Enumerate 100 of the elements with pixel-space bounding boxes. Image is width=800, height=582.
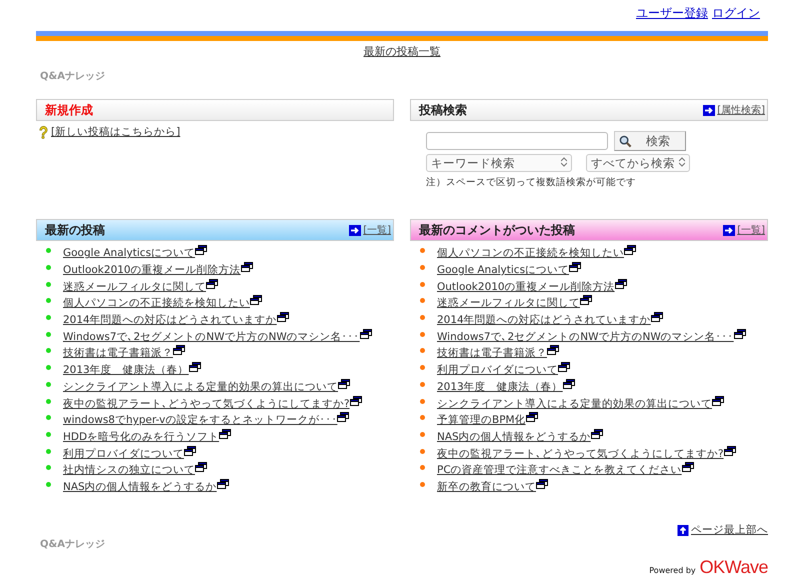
arrow-up-icon bbox=[677, 524, 689, 536]
new-window-icon bbox=[206, 278, 218, 289]
bullet-icon bbox=[46, 365, 51, 370]
powered-by-text: Powered by bbox=[649, 566, 696, 576]
bullet-icon bbox=[420, 415, 425, 420]
new-window-icon bbox=[580, 295, 592, 306]
bullet-icon bbox=[420, 398, 425, 404]
bullet-icon bbox=[46, 398, 51, 404]
post-link[interactable]: Windows7で､2セグメントのNWで片方のNWのマシン名･･･ bbox=[437, 330, 734, 344]
site-name: Q&Aナレッジ bbox=[40, 538, 106, 552]
nav-link[interactable]: 最新の投稿一覧 bbox=[364, 45, 440, 58]
new-window-icon bbox=[216, 478, 229, 489]
bullet-icon bbox=[420, 265, 425, 270]
post-link[interactable]: 利用プロバイダについて bbox=[63, 446, 184, 461]
post-link[interactable]: Outlook2010の重複メール削除方法 bbox=[437, 280, 615, 294]
post-link[interactable]: 個人パソコンの不正接続を検知したい bbox=[63, 296, 250, 310]
new-window-icon bbox=[682, 462, 694, 472]
post-link[interactable]: HDDを暗号化のみを行うソフト bbox=[63, 430, 220, 444]
post-link[interactable]: NAS内の個人情報をどうするか bbox=[63, 480, 217, 494]
post-link[interactable]: 迷惑メールフィルタに関して bbox=[63, 280, 206, 294]
post-link[interactable]: 夜中の監視アラート､どうやって気づくようにしてますか? bbox=[63, 396, 350, 411]
up-down-arrows-icon bbox=[561, 157, 567, 167]
post-link[interactable]: 2013年度 健康法（春） bbox=[437, 380, 563, 394]
list-all-link[interactable]: [一覧] bbox=[737, 223, 765, 237]
post-link[interactable]: 2013年度 健康法（春） bbox=[63, 363, 189, 378]
bullet-icon bbox=[46, 332, 51, 337]
new-window-icon bbox=[734, 328, 746, 339]
header-link[interactable]: ユーザー登録 bbox=[636, 5, 708, 22]
bullet-icon bbox=[46, 432, 51, 437]
new-window-icon bbox=[337, 412, 350, 422]
post-link[interactable]: Google Analyticsについて bbox=[63, 246, 196, 260]
list-all-link[interactable]: [一覧] bbox=[363, 223, 391, 237]
new-post-link[interactable]: [新しい投稿はこちらから] bbox=[51, 125, 180, 139]
search-button[interactable]: 検索 bbox=[614, 131, 686, 151]
bullet-icon bbox=[420, 482, 425, 487]
post-link[interactable]: 個人パソコンの不正接続を検知したい bbox=[437, 246, 624, 260]
arrow-right-icon bbox=[723, 224, 736, 236]
post-link[interactable]: 予算管理のBPM化 bbox=[437, 413, 526, 428]
header-link[interactable]: ログイン bbox=[712, 5, 760, 22]
post-link[interactable]: シンクライアント導入による定量的効果の算出について bbox=[63, 380, 338, 394]
panel-title: 投稿検索 bbox=[419, 102, 467, 118]
bullet-icon bbox=[46, 482, 51, 487]
new-window-icon bbox=[188, 362, 201, 372]
post-link[interactable]: 新卒の教育について bbox=[437, 480, 536, 494]
attribute-search-link[interactable]: [属性検索] bbox=[717, 103, 765, 117]
bullet-icon bbox=[420, 332, 425, 337]
bullet-icon bbox=[420, 298, 425, 304]
new-window-icon bbox=[547, 345, 559, 356]
panel-title: 最新のコメントがついた投稿 bbox=[419, 222, 575, 238]
new-window-icon bbox=[240, 262, 253, 272]
new-window-icon bbox=[250, 295, 262, 306]
new-window-icon bbox=[562, 378, 575, 389]
arrow-right-icon bbox=[703, 104, 716, 116]
bullet-icon bbox=[420, 365, 425, 370]
post-link[interactable]: 2014年問題への対応はどうされていますか bbox=[63, 313, 277, 328]
search-note: 注）スペースで区切って複数語検索が可能です bbox=[426, 176, 637, 189]
search-field[interactable] bbox=[426, 132, 608, 150]
logo: OKWave bbox=[700, 557, 768, 578]
post-link[interactable]: Windows7で､2セグメントのNWで片方のNWのマシン名･･･ bbox=[63, 330, 360, 344]
post-link[interactable]: 技術書は電子書籍派？ bbox=[63, 346, 173, 360]
bullet-icon bbox=[420, 448, 425, 454]
bullet-icon bbox=[46, 448, 51, 454]
post-link[interactable]: 迷惑メールフィルタに関して bbox=[437, 296, 580, 310]
new-window-icon bbox=[624, 245, 636, 256]
post-link[interactable]: Outlook2010の重複メール削除方法 bbox=[63, 263, 241, 278]
new-window-icon bbox=[338, 378, 350, 389]
new-window-icon bbox=[712, 396, 724, 406]
panel-title: 新規作成 bbox=[45, 102, 93, 118]
post-link[interactable]: シンクライアント導入による定量的効果の算出について bbox=[437, 396, 712, 411]
new-window-icon bbox=[276, 312, 289, 322]
page-top-link[interactable]: ページ最上部へ bbox=[691, 523, 768, 538]
select-dropdown[interactable]: キーワード検索 bbox=[426, 154, 572, 172]
bullet-icon bbox=[420, 465, 425, 470]
arrow-right-icon bbox=[349, 224, 362, 236]
new-window-icon bbox=[558, 362, 570, 372]
bullet-icon bbox=[420, 248, 425, 254]
new-window-icon bbox=[184, 446, 196, 456]
new-window-icon bbox=[173, 345, 185, 356]
post-link[interactable]: Google Analyticsについて bbox=[437, 263, 570, 278]
post-link[interactable]: 2014年問題への対応はどうされていますか bbox=[437, 313, 651, 328]
post-link[interactable]: windows8でhyper-vの設定をするとネットワークが･･･ bbox=[63, 413, 338, 428]
bullet-icon bbox=[46, 465, 51, 470]
bullet-icon bbox=[46, 315, 51, 320]
new-window-icon bbox=[724, 446, 736, 456]
post-link[interactable]: 技術書は電子書籍派？ bbox=[437, 346, 547, 360]
select-dropdown[interactable]: すべてから検索 bbox=[586, 154, 690, 172]
post-link[interactable]: PCの資産管理で注意すべきことを教えてください bbox=[437, 463, 682, 478]
post-link[interactable]: NAS内の個人情報をどうするか bbox=[437, 430, 591, 444]
bullet-icon bbox=[420, 432, 425, 437]
new-window-icon bbox=[360, 328, 372, 339]
post-link[interactable]: 社内情シスの独立について bbox=[63, 463, 195, 478]
question-icon bbox=[38, 126, 49, 138]
new-window-icon bbox=[219, 428, 232, 439]
new-window-icon bbox=[350, 396, 362, 406]
new-window-icon bbox=[650, 312, 663, 322]
post-link[interactable]: 夜中の監視アラート､どうやって気づくようにしてますか? bbox=[437, 446, 724, 461]
bullet-icon bbox=[46, 382, 51, 387]
up-down-arrows-icon bbox=[679, 157, 685, 167]
post-link[interactable]: 利用プロバイダについて bbox=[437, 363, 558, 378]
bullet-icon bbox=[46, 298, 51, 304]
